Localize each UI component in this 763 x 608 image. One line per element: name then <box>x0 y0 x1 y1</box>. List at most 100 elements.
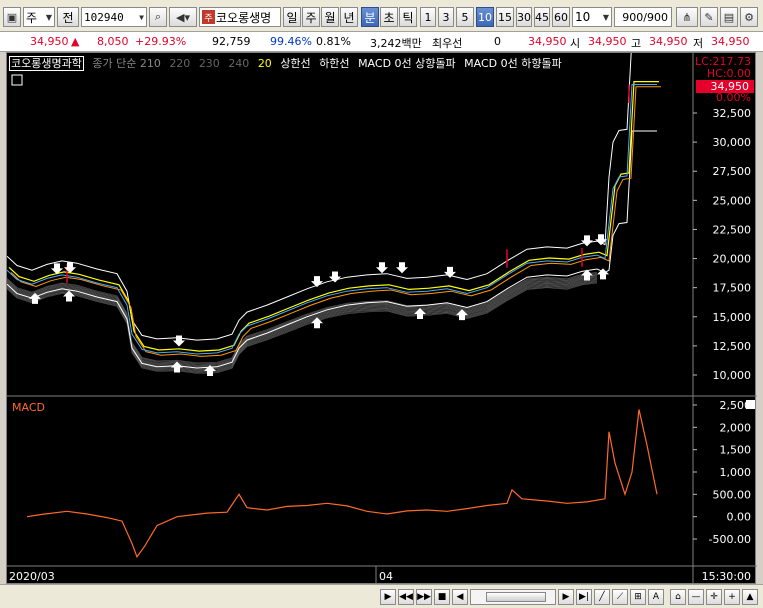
sell-signal-arrow <box>396 262 408 274</box>
chart-canvas[interactable]: 32,500 30,000 27,500 25,000 22,500 20,000 17,5… <box>7 53 757 585</box>
volume: 92,759 <box>212 35 251 48</box>
pct-label: 0.00% <box>716 91 751 104</box>
grid-tool-icon: ⊞ <box>634 592 642 602</box>
tool-button-3[interactable]: ⊞ <box>630 589 646 605</box>
rewind-button[interactable]: ◀◀ <box>398 589 414 605</box>
speaker-icon: ◀▾ <box>176 10 190 24</box>
interval-tab-5[interactable]: 30 <box>516 7 532 27</box>
collapse-button[interactable]: ▲ <box>742 589 758 605</box>
crosshair-button[interactable]: ✛ <box>706 589 722 605</box>
play-icon: ▶ <box>384 592 392 602</box>
period-tab-5[interactable]: 초 <box>380 7 398 27</box>
count-field[interactable]: 900/900 <box>614 7 672 27</box>
macd-tick-label: -500.00 <box>709 533 751 546</box>
hc-label: HC:0.00 <box>707 67 751 80</box>
macd-tick-label: 500.00 <box>713 488 752 501</box>
rewind-icon: ◀◀ <box>399 592 413 602</box>
period-tab-1[interactable]: 주 <box>302 7 320 27</box>
scrollbar-track[interactable] <box>470 589 556 605</box>
scroll-left-button[interactable]: ◀ <box>452 589 468 605</box>
interval-tab-3[interactable]: 10 <box>476 7 494 27</box>
chart-area[interactable]: 32,500 30,000 27,500 25,000 22,500 20,000 17,5… <box>6 52 757 585</box>
time-label-end: 15:30:00 <box>702 570 751 583</box>
low-price: 34,950 <box>711 35 750 48</box>
line-tool-icon: ╱ <box>599 592 605 602</box>
period-tab-2[interactable]: 월 <box>321 7 339 27</box>
search-button[interactable]: ⌕ <box>149 7 167 27</box>
interval-tab-7[interactable]: 60 <box>552 7 570 27</box>
settings-button[interactable]: ⚙ <box>740 7 758 27</box>
best-bid-label: 최우선 <box>432 37 463 50</box>
open-label: 시 <box>570 37 581 50</box>
last-price: 34,950 <box>528 35 567 48</box>
tool-button-1[interactable]: ╱ <box>594 589 610 605</box>
interval-tab-6[interactable]: 45 <box>534 7 550 27</box>
code-input[interactable]: 102940 ▼ <box>81 7 147 27</box>
interval-select[interactable]: 10 ▼ <box>572 7 612 27</box>
legend-macd-up: MACD 0선 상향돌파 <box>358 57 456 70</box>
toolbar: ▣ 주 ▼ 전 102940 ▼ ⌕ ◀▾ 주 코오롱생명 10 ▼ 900/900 … <box>0 0 763 32</box>
interval-tab-0[interactable]: 1 <box>420 7 436 27</box>
text-button[interactable]: A <box>648 589 664 605</box>
high-label: 고 <box>631 37 642 50</box>
chart-legend: 코오롱생명과학 종가 단순 210 220 230 240 20 상한선 하한선… <box>9 55 567 71</box>
save-icon: ▤ <box>723 10 735 24</box>
macd-line <box>26 409 658 559</box>
period-tab-0[interactable]: 일 <box>283 7 301 27</box>
home-button[interactable]: ⌂ <box>670 589 686 605</box>
window-icon[interactable]: ▣ <box>3 7 21 27</box>
save-button[interactable]: ▤ <box>720 7 738 27</box>
forward-button[interactable]: ▶▶ <box>416 589 432 605</box>
chart-indicator-icon: ⋔ <box>682 10 692 24</box>
price-tick-label: 10,000 <box>713 369 752 382</box>
open-price: 34,950 <box>588 35 627 48</box>
sell-signal-arrow <box>64 262 76 274</box>
zoom-out-button[interactable]: — <box>688 589 704 605</box>
time-label-mid: 04 <box>379 570 393 583</box>
stock-name-field[interactable]: 주 코오롱생명 <box>199 7 281 27</box>
market-badge: 주 <box>202 10 215 24</box>
navigation-bar: ▶ ◀◀ ▶▶ ■ ◀ ▶ ▶| ╱ ⟋ ⊞ A ⌂ — ✛ + ▲ <box>0 584 763 608</box>
price-tick-label: 22,500 <box>713 223 752 236</box>
turnover-rate: 0.81% <box>316 35 351 48</box>
market-select[interactable]: 주 ▼ <box>23 7 55 27</box>
triangle-up-icon: ▲ <box>746 592 754 602</box>
chevron-down-icon: ▼ <box>602 12 609 22</box>
sell-signal-arrow <box>173 335 185 347</box>
interval-tab-1[interactable]: 3 <box>438 7 454 27</box>
tool-button-2[interactable]: ⟋ <box>612 589 628 605</box>
lower-band-line <box>7 130 657 369</box>
sound-button[interactable]: ◀▾ <box>169 7 197 27</box>
quote-bar: 34,950 ▲ 8,050 +29.93% 92,759 99.46% 0.8… <box>0 32 763 52</box>
price-tick-label: 27,500 <box>713 165 752 178</box>
macd-tick-label: 0.00 <box>727 511 752 524</box>
search-icon: ⌕ <box>154 10 162 23</box>
time-label-start: 2020/03 <box>9 570 55 583</box>
draw-button[interactable]: ✎ <box>700 7 718 27</box>
macd-tick-label: 2,000 <box>720 421 752 434</box>
scrollbar-thumb[interactable] <box>486 592 546 602</box>
scroll-right-button[interactable]: ▶ <box>558 589 574 605</box>
gear-icon: ⚙ <box>744 10 754 24</box>
scroll-end-button[interactable]: ▶| <box>576 589 592 605</box>
period-tab-3[interactable]: 년 <box>340 7 358 27</box>
legend-macd-down: MACD 0선 하향돌파 <box>464 57 562 70</box>
macd-close-icon <box>746 400 755 409</box>
price-tick-label: 12,500 <box>713 340 752 353</box>
play-button[interactable]: ▶ <box>380 589 396 605</box>
interval-tab-2[interactable]: 5 <box>456 7 474 27</box>
period-tab-6[interactable]: 틱 <box>399 7 417 27</box>
macd-tick-label: 1,500 <box>720 444 752 457</box>
prefix-button[interactable]: 전 <box>57 7 79 27</box>
indicator-button[interactable]: ⋔ <box>676 7 698 27</box>
legend-ma3: 230 <box>198 57 220 70</box>
legend-ma4: 240 <box>228 57 250 70</box>
zoom-in-button[interactable]: + <box>724 589 740 605</box>
stop-button[interactable]: ■ <box>434 589 450 605</box>
legend-stock-name[interactable]: 코오롱생명과학 <box>9 56 84 71</box>
interval-tab-4[interactable]: 15 <box>496 7 514 27</box>
text-icon: A <box>652 592 660 602</box>
period-tab-4[interactable]: 분 <box>361 7 379 27</box>
market-select-value: 주 <box>26 10 38 25</box>
price-tick-label: 30,000 <box>713 136 752 149</box>
